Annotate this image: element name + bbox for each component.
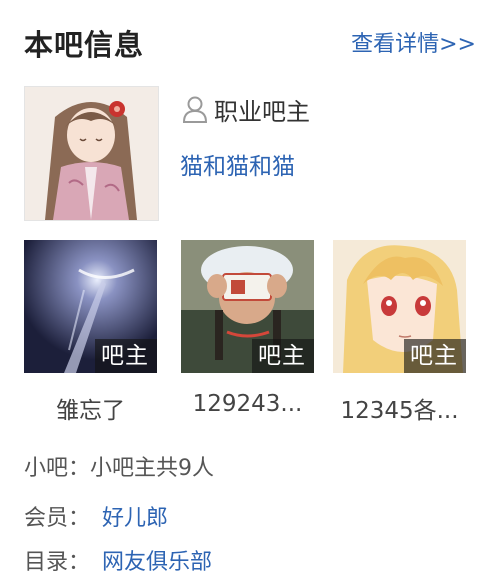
small-owner-label: 小吧：	[24, 456, 91, 481]
assistant-owner-avatar[interactable]: 吧主	[333, 240, 466, 373]
assistant-owner-item: 吧主 129243...	[181, 240, 314, 417]
section-title: 本吧信息	[24, 28, 145, 62]
assistant-owner-name[interactable]: 129243...	[181, 391, 314, 417]
member-title-link[interactable]: 好儿郎	[102, 506, 168, 531]
catalog-line: 目录： 网友俱乐部	[24, 544, 212, 576]
owner-avatar[interactable]	[24, 86, 159, 221]
user-outline-icon	[182, 95, 208, 123]
owner-card: 职业吧主 猫和猫和猫	[24, 86, 476, 221]
assistant-owner-badge: 吧主	[95, 339, 157, 373]
owner-name-link[interactable]: 猫和猫和猫	[180, 147, 295, 181]
assistant-owners-list: 吧主 雏忘了 吧主 129243... 吧主 12345各...	[24, 240, 476, 425]
assistant-owner-badge: 吧主	[252, 339, 314, 373]
assistant-owner-item: 吧主 12345各...	[333, 240, 466, 425]
assistant-owner-avatar[interactable]: 吧主	[24, 240, 157, 373]
small-owner-line: 小吧：小吧主共9人	[24, 450, 214, 482]
forum-info-header: 本吧信息 查看详情>>	[24, 18, 476, 66]
catalog-label: 目录：	[24, 550, 91, 575]
assistant-owner-item: 吧主 雏忘了	[24, 240, 157, 425]
view-details-link[interactable]: 查看详情>>	[351, 26, 476, 58]
assistant-owner-name[interactable]: 雏忘了	[24, 391, 157, 425]
assistant-owner-badge: 吧主	[404, 339, 466, 373]
member-label: 会员：	[24, 506, 91, 531]
small-owner-value: 小吧主共9人	[90, 456, 215, 481]
member-line: 会员： 好儿郎	[24, 500, 168, 532]
catalog-link[interactable]: 网友俱乐部	[102, 550, 212, 575]
assistant-owner-avatar[interactable]: 吧主	[181, 240, 314, 373]
owner-avatar-image	[25, 87, 158, 220]
assistant-owner-name[interactable]: 12345各...	[333, 391, 466, 425]
owner-role-label: 职业吧主	[214, 97, 310, 126]
owner-role: 职业吧主	[182, 93, 310, 126]
